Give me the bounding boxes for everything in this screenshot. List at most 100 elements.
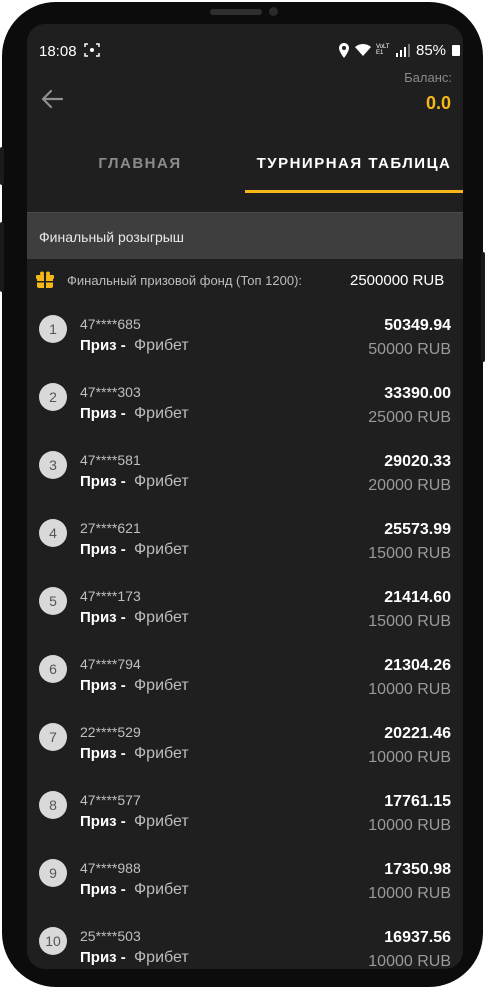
leaderboard-row: 6 47****794 Приз - Фрибет 21304.26 10000… xyxy=(27,652,463,720)
prize-label: Приз - xyxy=(80,541,126,558)
balance-value: 0.0 xyxy=(425,93,451,113)
prize-label: Приз - xyxy=(80,405,126,422)
rank-badge: 3 xyxy=(39,451,67,479)
prize-type: Фрибет xyxy=(134,677,189,694)
leaderboard-row: 7 22****529 Приз - Фрибет 20221.46 10000… xyxy=(27,720,463,788)
volume-button xyxy=(0,147,4,185)
user-id: 47****685 xyxy=(80,316,141,332)
leaderboard-row: 2 47****303 Приз - Фрибет 33390.00 25000… xyxy=(27,380,463,448)
prize-type: Фрибет xyxy=(134,949,189,966)
user-id: 47****303 xyxy=(80,384,141,400)
user-id: 22****529 xyxy=(80,724,141,740)
user-id: 27****621 xyxy=(80,520,141,536)
rank-badge: 9 xyxy=(39,859,67,887)
user-id: 47****794 xyxy=(80,656,141,672)
reward: 10000 RUB xyxy=(368,953,451,969)
section-header: Финальный розыгрыш xyxy=(27,212,463,259)
prize-type: Фрибет xyxy=(134,405,189,422)
prize-type: Фрибет xyxy=(134,609,189,626)
prize-label: Приз - xyxy=(80,337,126,354)
reward: 25000 RUB xyxy=(368,409,451,426)
rank-badge: 8 xyxy=(39,791,67,819)
score: 21304.26 xyxy=(384,657,451,674)
reward: 15000 RUB xyxy=(368,613,451,630)
leaderboard-row: 1 47****685 Приз - Фрибет 50349.94 50000… xyxy=(27,312,463,380)
prize-type: Фрибет xyxy=(134,813,189,830)
prize-label: Приз - xyxy=(80,813,126,830)
prize-type: Фрибет xyxy=(134,745,189,762)
prize-type: Фрибет xyxy=(134,473,189,490)
tab-bar: ГЛАВНАЯ ТУРНИРНАЯ ТАБЛИЦА xyxy=(27,144,463,194)
rank-badge: 1 xyxy=(39,315,67,343)
leaderboard-row: 3 47****581 Приз - Фрибет 29020.33 20000… xyxy=(27,448,463,516)
reward: 10000 RUB xyxy=(368,681,451,698)
prize-label: Приз - xyxy=(80,881,126,898)
reward: 20000 RUB xyxy=(368,477,451,494)
status-time: 18:08 xyxy=(39,43,77,60)
wifi-icon xyxy=(355,43,371,56)
prize-label: Приз - xyxy=(80,473,126,490)
prize-label: Приз - xyxy=(80,745,126,762)
rank-badge: 7 xyxy=(39,723,67,751)
prize-label: Приз - xyxy=(80,609,126,626)
app-screen: 18:08 VoLTE1 85% Баланс: 0.0 ГЛАВНАЯ ТУР… xyxy=(27,24,463,969)
location-icon xyxy=(339,42,349,58)
volume-button xyxy=(0,222,4,292)
leaderboard-row: 4 27****621 Приз - Фрибет 25573.99 15000… xyxy=(27,516,463,584)
signal-icon xyxy=(396,43,410,57)
score: 50349.94 xyxy=(384,317,451,334)
score: 21414.60 xyxy=(384,589,451,606)
rank-badge: 6 xyxy=(39,655,67,683)
tab-leaderboard[interactable]: ТУРНИРНАЯ ТАБЛИЦА xyxy=(245,144,463,192)
prize-fund-value: 2500000 RUB xyxy=(350,272,445,289)
balance-label: Баланс: xyxy=(404,70,452,85)
reward: 10000 RUB xyxy=(368,817,451,834)
power-button xyxy=(481,252,485,362)
leaderboard-row: 8 47****577 Приз - Фрибет 17761.15 10000… xyxy=(27,788,463,856)
screen-record-icon xyxy=(84,43,100,57)
user-id: 25****503 xyxy=(80,928,141,944)
leaderboard-row: 9 47****988 Приз - Фрибет 17350.98 10000… xyxy=(27,856,463,924)
user-id: 47****581 xyxy=(80,452,141,468)
leaderboard-row: 5 47****173 Приз - Фрибет 21414.60 15000… xyxy=(27,584,463,652)
battery-percent: 85% xyxy=(416,41,447,59)
gift-icon xyxy=(36,271,54,289)
section-title: Финальный розыгрыш xyxy=(39,229,185,245)
score: 20221.46 xyxy=(384,725,451,742)
rank-badge: 4 xyxy=(39,519,67,547)
user-id: 47****173 xyxy=(80,588,141,604)
back-arrow-icon[interactable] xyxy=(39,86,65,112)
score: 17350.98 xyxy=(384,861,451,878)
active-tab-indicator xyxy=(245,190,463,193)
prize-type: Фрибет xyxy=(134,881,189,898)
user-id: 47****988 xyxy=(80,860,141,876)
phone-camera xyxy=(269,7,278,16)
network-label: VoLTE1 xyxy=(376,44,390,56)
score: 17761.15 xyxy=(384,793,451,810)
leaderboard-row: 10 25****503 Приз - Фрибет 16937.56 1000… xyxy=(27,924,463,969)
user-id: 47****577 xyxy=(80,792,141,808)
score: 29020.33 xyxy=(384,453,451,470)
status-bar: 18:08 VoLTE1 85% xyxy=(27,24,463,76)
rank-badge: 5 xyxy=(39,587,67,615)
prize-fund: Финальный призовой фонд (Топ 1200): 2500… xyxy=(27,268,463,298)
score: 25573.99 xyxy=(384,521,451,538)
status-icons: VoLTE1 85% xyxy=(338,40,461,60)
prize-type: Фрибет xyxy=(134,337,189,354)
phone-frame: 18:08 VoLTE1 85% Баланс: 0.0 ГЛАВНАЯ ТУР… xyxy=(0,2,485,987)
rank-badge: 10 xyxy=(39,927,67,955)
reward: 50000 RUB xyxy=(368,341,451,358)
battery-icon xyxy=(452,44,461,56)
prize-type: Фрибет xyxy=(134,541,189,558)
reward: 10000 RUB xyxy=(368,749,451,766)
phone-speaker xyxy=(210,9,262,15)
tab-main[interactable]: ГЛАВНАЯ xyxy=(65,144,215,192)
score: 33390.00 xyxy=(384,385,451,402)
rank-badge: 2 xyxy=(39,383,67,411)
prize-label: Приз - xyxy=(80,677,126,694)
prize-fund-label: Финальный призовой фонд (Топ 1200): xyxy=(67,273,303,288)
reward: 15000 RUB xyxy=(368,545,451,562)
reward: 10000 RUB xyxy=(368,885,451,902)
prize-label: Приз - xyxy=(80,949,126,966)
score: 16937.56 xyxy=(384,929,451,946)
